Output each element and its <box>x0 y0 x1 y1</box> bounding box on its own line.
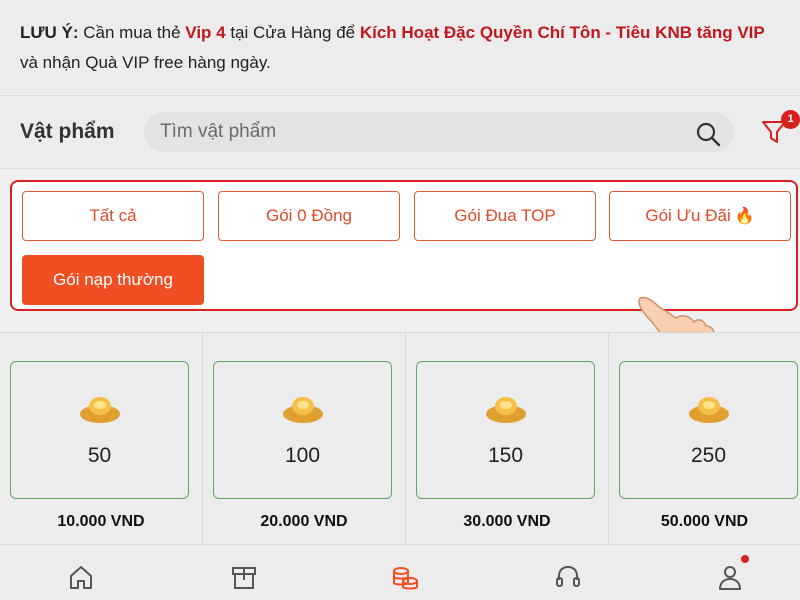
coins-icon[interactable] <box>391 563 419 591</box>
product-price: 10.000 VND <box>57 513 145 530</box>
tab-discount-package-label: Gói Ưu Đãi <box>645 206 731 225</box>
gold-ingot-icon <box>80 397 120 423</box>
tab-regular-topup-label: Gói nạp thường <box>53 270 173 289</box>
gold-ingot-icon <box>486 397 526 423</box>
notice-banner: LƯU Ý: Cần mua thẻ Vip 4 tại Cửa Hàng để… <box>0 0 800 94</box>
search-input[interactable] <box>144 112 734 152</box>
tab-top-race-package-label: Gói Đua TOP <box>454 206 556 225</box>
notice-prefix: LƯU Ý: <box>20 23 79 42</box>
notification-dot <box>741 555 749 563</box>
user-icon[interactable] <box>716 563 744 591</box>
tab-free-package[interactable]: Gói 0 Đồng <box>218 191 400 241</box>
product-price: 30.000 VND <box>463 513 551 530</box>
product-item[interactable]: 250 50.000 VND <box>609 333 800 545</box>
product-amount: 100 <box>284 444 321 467</box>
product-card[interactable]: 50 <box>10 361 189 499</box>
product-price: 20.000 VND <box>260 513 348 530</box>
product-grid: 50 10.000 VND 100 20.000 VND 150 30.000 … <box>0 332 800 545</box>
product-amount: 250 <box>690 444 727 467</box>
notice-vip: Vip 4 <box>185 23 226 42</box>
search-bar: Vật phẩm <box>0 95 800 169</box>
home-icon[interactable] <box>67 563 95 591</box>
tab-top-race-package[interactable]: Gói Đua TOP <box>414 191 596 241</box>
product-card[interactable]: 150 <box>416 361 595 499</box>
product-item[interactable]: 50 10.000 VND <box>0 333 203 545</box>
tab-discount-package[interactable]: Gói Ưu Đãi 🔥 <box>609 191 791 241</box>
product-price: 50.000 VND <box>660 513 749 530</box>
tab-regular-topup[interactable]: Gói nạp thường <box>22 255 204 305</box>
product-card[interactable]: 250 <box>619 361 798 499</box>
notice-text-1: Cần mua thẻ <box>78 23 186 42</box>
product-amount: 150 <box>487 444 524 467</box>
fire-icon: 🔥 <box>734 208 755 225</box>
filter-badge: 1 <box>781 110 800 129</box>
bottom-nav <box>0 544 800 600</box>
gold-ingot-icon <box>689 397 729 423</box>
product-item[interactable]: 150 30.000 VND <box>406 333 609 545</box>
notice-privilege: Kích Hoạt Đặc Quyền Chí Tôn - Tiêu KNB t… <box>359 23 765 42</box>
store-icon[interactable] <box>230 563 258 591</box>
product-item[interactable]: 100 20.000 VND <box>203 333 406 545</box>
notice-text-3: và nhận Quà VIP free hàng ngày. <box>20 53 271 72</box>
headset-icon[interactable] <box>554 563 582 591</box>
gold-ingot-icon <box>283 397 323 423</box>
notice-text-2: tại Cửa Hàng để <box>225 23 360 42</box>
search-icon[interactable] <box>695 121 721 147</box>
tab-all[interactable]: Tất cả <box>22 191 204 241</box>
tab-free-package-label: Gói 0 Đồng <box>266 206 352 225</box>
section-title: Vật phẩm <box>20 120 115 143</box>
tab-all-label: Tất cả <box>89 206 137 225</box>
product-card[interactable]: 100 <box>213 361 392 499</box>
product-amount: 50 <box>87 444 112 467</box>
